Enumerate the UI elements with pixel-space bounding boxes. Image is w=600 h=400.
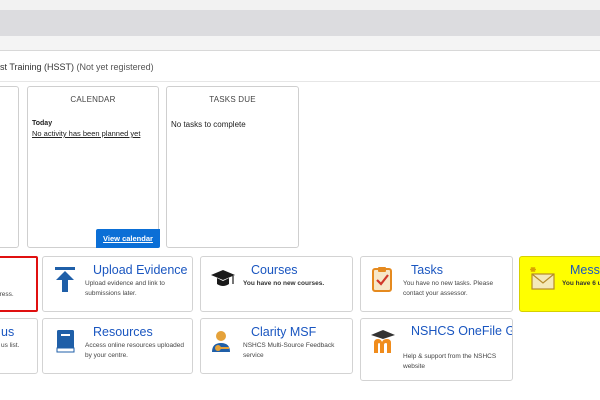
moodle-m-icon <box>369 327 397 355</box>
no-activity-link[interactable]: No activity has been planned yet <box>32 129 140 138</box>
progress-tile-desc: gress. <box>0 291 14 298</box>
progress-tile[interactable]: gress. <box>0 256 38 312</box>
clipboard-check-icon <box>369 265 397 293</box>
status-tile[interactable]: us us list. <box>0 318 38 374</box>
book-icon <box>51 327 79 355</box>
programme-name: st Training (HSST) <box>0 62 75 72</box>
user-key-icon <box>209 327 237 355</box>
tasks-due-title: TASKS DUE <box>209 95 256 104</box>
upload-evidence-tile[interactable]: Upload Evidence Upload evidence and link… <box>42 256 193 312</box>
courses-title: Courses <box>251 263 298 277</box>
resources-tile[interactable]: Resources Access online resources upload… <box>42 318 193 374</box>
upload-evidence-desc: Upload evidence and link to submissions … <box>85 280 165 297</box>
programme-title: st Training (HSST) (Not yet registered) <box>0 62 154 72</box>
tasks-desc: You have no new tasks. Please contact yo… <box>403 280 494 297</box>
calendar-title: CALENDAR <box>70 95 116 104</box>
nshcs-onefile-guidance-title: NSHCS OneFile Guidance <box>411 324 512 338</box>
progress-chart-panel <box>0 86 19 248</box>
resources-desc: Access online resources uploaded by your… <box>85 342 185 359</box>
tasks-due-panel: TASKS DUE No tasks to complete <box>166 86 299 248</box>
page-gap <box>0 36 600 50</box>
registration-status: (Not yet registered) <box>76 62 154 72</box>
messages-tile[interactable]: Messa You have 6 u <box>519 256 600 312</box>
nshcs-onefile-guidance-desc: Help & support from the NSHCS website <box>403 353 497 370</box>
upload-evidence-title: Upload Evidence <box>93 263 188 277</box>
nshcs-onefile-guidance-tile[interactable]: NSHCS OneFile Guidance Help & support fr… <box>360 318 513 381</box>
status-desc: us list. <box>1 342 20 349</box>
calendar-panel: CALENDAR Today No activity has been plan… <box>27 86 160 248</box>
view-calendar-button[interactable]: View calendar <box>96 229 160 248</box>
courses-tile[interactable]: Courses You have no new courses. <box>200 256 353 312</box>
today-label: Today <box>32 120 53 127</box>
status-title: us <box>1 325 15 339</box>
upload-arrow-icon <box>51 265 79 293</box>
resources-title: Resources <box>93 325 153 339</box>
messages-title: Messa <box>570 263 600 277</box>
no-tasks-text: No tasks to complete <box>171 120 246 129</box>
clarity-msf-title: Clarity MSF <box>251 325 317 339</box>
courses-desc: You have no new courses. <box>243 280 325 287</box>
tasks-title: Tasks <box>411 263 443 277</box>
envelope-icon <box>528 265 556 293</box>
top-navigation-bar <box>0 10 600 36</box>
clarity-msf-tile[interactable]: Clarity MSF NSHCS Multi-Source Feedback … <box>200 318 353 374</box>
messages-desc: You have 6 u <box>562 280 600 287</box>
graduation-cap-icon <box>209 265 237 293</box>
top-strip <box>0 0 600 10</box>
tasks-tile[interactable]: Tasks You have no new tasks. Please cont… <box>360 256 513 312</box>
clarity-msf-desc: NSHCS Multi-Source Feedback service <box>243 342 335 359</box>
programme-header: st Training (HSST) (Not yet registered) <box>0 50 600 82</box>
